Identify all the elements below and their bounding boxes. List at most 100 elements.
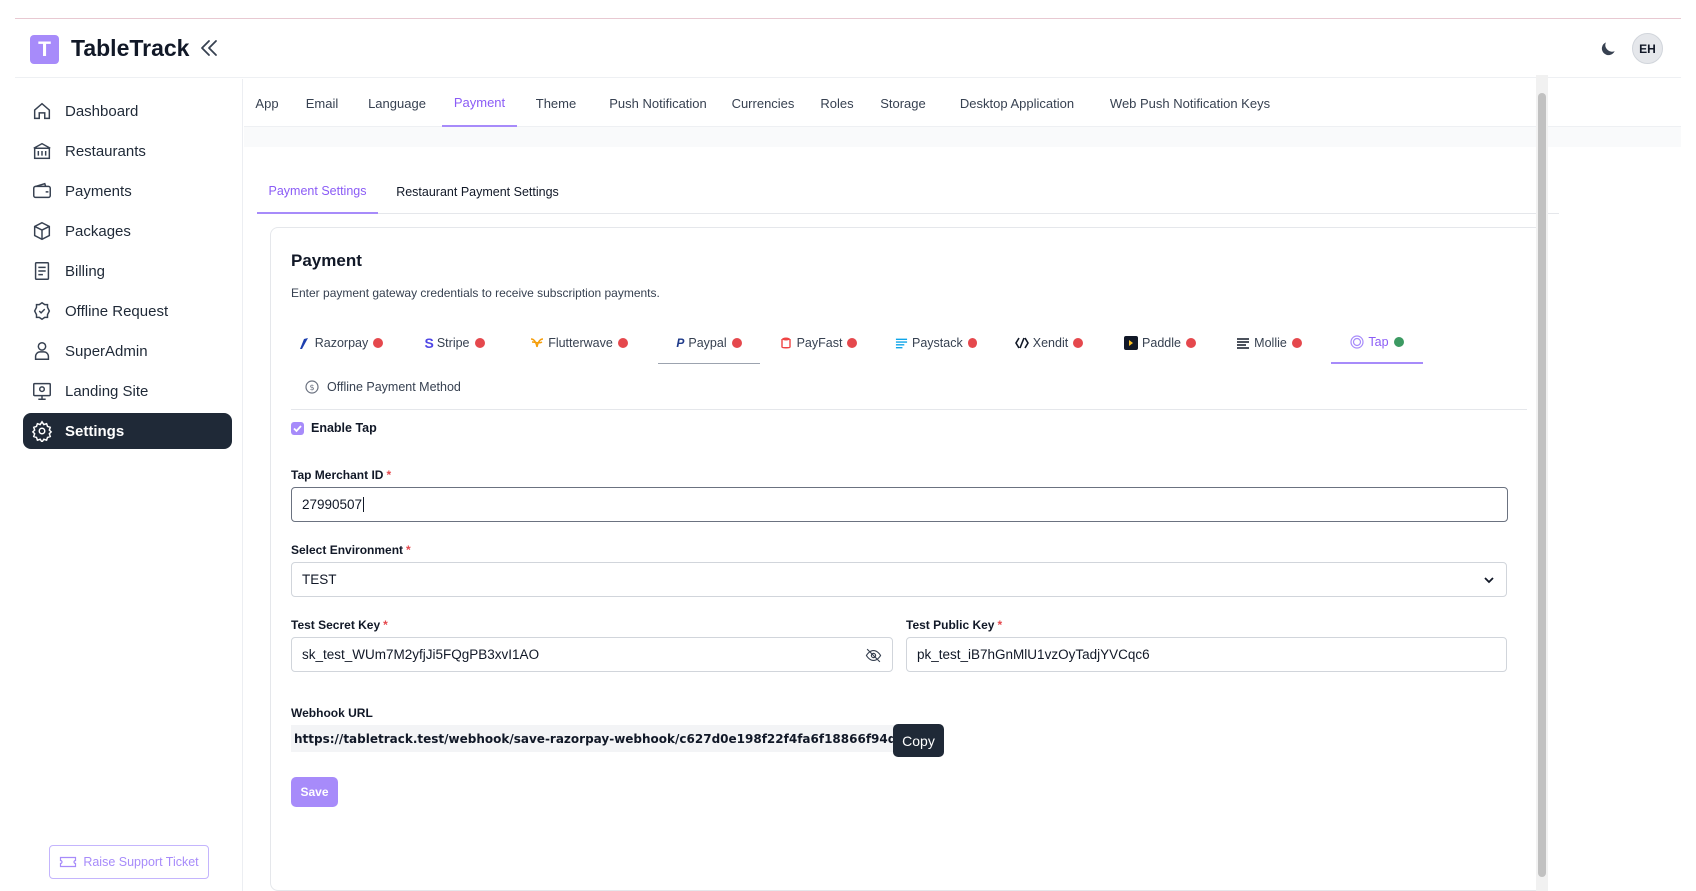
status-dot bbox=[847, 338, 858, 348]
support-label: Raise Support Ticket bbox=[83, 855, 199, 869]
status-dot bbox=[617, 338, 628, 348]
raise-support-ticket-button[interactable]: Raise Support Ticket bbox=[49, 845, 209, 879]
home-icon bbox=[33, 102, 51, 120]
sidebar-item-packages[interactable]: Packages bbox=[23, 213, 232, 249]
paddle-icon bbox=[1124, 336, 1139, 350]
gateway-label: Flutterwave bbox=[548, 336, 613, 350]
card-description: Enter payment gateway credentials to rec… bbox=[291, 286, 660, 300]
tab-language[interactable]: Language bbox=[362, 79, 432, 127]
enable-tap-checkbox[interactable] bbox=[291, 422, 304, 435]
save-button[interactable]: Save bbox=[291, 777, 338, 807]
gateway-label: Offline Payment Method bbox=[327, 380, 461, 394]
tab-desktop-application[interactable]: Desktop Application bbox=[951, 79, 1083, 127]
merchant-id-input[interactable]: 27990507 bbox=[291, 487, 1508, 522]
tab-email[interactable]: Email bbox=[302, 79, 342, 127]
gateway-tab-offline[interactable]: $ Offline Payment Method bbox=[295, 366, 475, 408]
gateway-tab-payfast[interactable]: PayFast bbox=[778, 322, 858, 364]
tab-payment[interactable]: Payment bbox=[442, 79, 517, 127]
razorpay-icon bbox=[299, 338, 308, 349]
text-caret bbox=[363, 497, 365, 512]
subtab-payment-settings[interactable]: Payment Settings bbox=[257, 169, 378, 214]
flutterwave-icon bbox=[531, 338, 544, 348]
sidebar-item-dashboard[interactable]: Dashboard bbox=[23, 93, 232, 129]
sidebar-item-label: Payments bbox=[65, 182, 132, 200]
paypal-icon: P bbox=[676, 335, 685, 350]
sidebar-item-settings[interactable]: Settings bbox=[23, 413, 232, 449]
scrollbar-thumb[interactable] bbox=[1538, 93, 1546, 877]
gateway-tab-razorpay[interactable]: Razorpay bbox=[295, 322, 385, 364]
public-key-value: pk_test_iB7hGnMlU1vzOyTadjYVCqc6 bbox=[917, 647, 1150, 662]
card-title: Payment bbox=[291, 251, 362, 270]
sidebar-item-offline-request[interactable]: Offline Request bbox=[23, 293, 232, 329]
sidebar-item-superadmin[interactable]: SuperAdmin bbox=[23, 333, 232, 369]
tab-theme[interactable]: Theme bbox=[531, 79, 581, 127]
coin-icon: $ bbox=[305, 380, 319, 394]
gateway-label: Mollie bbox=[1254, 336, 1287, 350]
main-area: App Email Language Payment Theme Push No… bbox=[244, 79, 1681, 891]
moon-icon[interactable] bbox=[1598, 39, 1618, 59]
gateway-tab-paystack[interactable]: Paystack bbox=[895, 322, 977, 364]
building-icon bbox=[33, 142, 51, 160]
settings-content: Payment Settings Restaurant Payment Sett… bbox=[244, 147, 1681, 891]
box-icon bbox=[33, 221, 51, 241]
environment-value: TEST bbox=[302, 572, 337, 587]
top-header: T TableTrack EH bbox=[15, 19, 1681, 78]
merchant-id-label: Tap Merchant ID * bbox=[291, 468, 392, 482]
eye-off-icon[interactable] bbox=[865, 647, 882, 664]
gateway-tab-tap[interactable]: Tap bbox=[1331, 322, 1423, 364]
gateway-tab-stripe[interactable]: S Stripe bbox=[417, 322, 492, 364]
environment-select[interactable]: TEST bbox=[291, 562, 1507, 597]
sidebar-item-billing[interactable]: Billing bbox=[23, 253, 232, 289]
tab-web-push-keys[interactable]: Web Push Notification Keys bbox=[1102, 79, 1278, 127]
svg-text:$: $ bbox=[309, 383, 314, 392]
sidebar-item-label: Packages bbox=[65, 222, 131, 240]
tab-push-notification[interactable]: Push Notification bbox=[602, 79, 714, 127]
gateway-label: Paddle bbox=[1142, 336, 1181, 350]
secret-key-value: sk_test_WUm7M2yfjJi5FQgPB3xvI1AO bbox=[302, 647, 540, 662]
tap-icon bbox=[1350, 335, 1365, 349]
logo: T bbox=[30, 35, 59, 64]
tab-app[interactable]: App bbox=[248, 79, 286, 127]
gateway-label: Paypal bbox=[688, 335, 727, 350]
gateway-label: Razorpay bbox=[314, 336, 369, 350]
check-icon bbox=[293, 425, 302, 433]
gateway-label: Paystack bbox=[912, 336, 963, 350]
sidebar-item-payments[interactable]: Payments bbox=[23, 173, 232, 209]
sidebar-item-label: Landing Site bbox=[65, 382, 149, 400]
tab-roles[interactable]: Roles bbox=[816, 79, 858, 127]
gear-icon bbox=[31, 420, 53, 442]
copy-button[interactable]: Copy bbox=[893, 724, 944, 757]
gateway-tab-mollie[interactable]: Mollie bbox=[1234, 322, 1304, 364]
subtab-restaurant-payment-settings[interactable]: Restaurant Payment Settings bbox=[390, 169, 565, 214]
tab-currencies[interactable]: Currencies bbox=[727, 79, 799, 127]
gateway-label: Tap bbox=[1368, 335, 1389, 349]
sidebar-item-label: SuperAdmin bbox=[65, 342, 148, 360]
chevrons-left-icon[interactable] bbox=[197, 36, 221, 60]
public-key-input[interactable]: pk_test_iB7hGnMlU1vzOyTadjYVCqc6 bbox=[906, 637, 1507, 672]
tab-storage[interactable]: Storage bbox=[874, 79, 932, 127]
avatar[interactable]: EH bbox=[1632, 33, 1663, 64]
gateway-divider bbox=[291, 409, 1527, 410]
payfast-icon bbox=[780, 337, 791, 349]
status-dot bbox=[373, 338, 384, 348]
sidebar-item-label: Billing bbox=[65, 262, 106, 280]
app-window: T TableTrack EH Dashboard Restaurants Pa… bbox=[15, 18, 1681, 891]
wallet-icon bbox=[33, 182, 51, 199]
secret-key-input[interactable]: sk_test_WUm7M2yfjJi5FQgPB3xvI1AO bbox=[291, 637, 893, 672]
gateway-label: Xendit bbox=[1032, 336, 1069, 350]
chevron-down-icon bbox=[1484, 577, 1494, 584]
sidebar-item-landing-site[interactable]: Landing Site bbox=[23, 373, 232, 409]
gateway-tab-paypal[interactable]: P Paypal bbox=[658, 322, 760, 364]
gateway-tab-xendit[interactable]: Xendit bbox=[1013, 322, 1085, 364]
sidebar-item-restaurants[interactable]: Restaurants bbox=[23, 133, 232, 169]
secret-key-label: Test Secret Key * bbox=[291, 618, 388, 632]
gateway-label: PayFast bbox=[796, 336, 843, 350]
sidebar-item-label: Restaurants bbox=[65, 142, 146, 160]
settings-tabs: App Email Language Payment Theme Push No… bbox=[244, 79, 1681, 127]
sidebar-item-label: Dashboard bbox=[65, 102, 139, 120]
gateway-tab-flutterwave[interactable]: Flutterwave bbox=[525, 322, 633, 364]
gateway-tab-paddle[interactable]: Paddle bbox=[1123, 322, 1197, 364]
scrollbar[interactable] bbox=[1536, 75, 1548, 891]
monitor-icon bbox=[33, 382, 51, 400]
payment-card: Payment Enter payment gateway credential… bbox=[270, 227, 1546, 891]
